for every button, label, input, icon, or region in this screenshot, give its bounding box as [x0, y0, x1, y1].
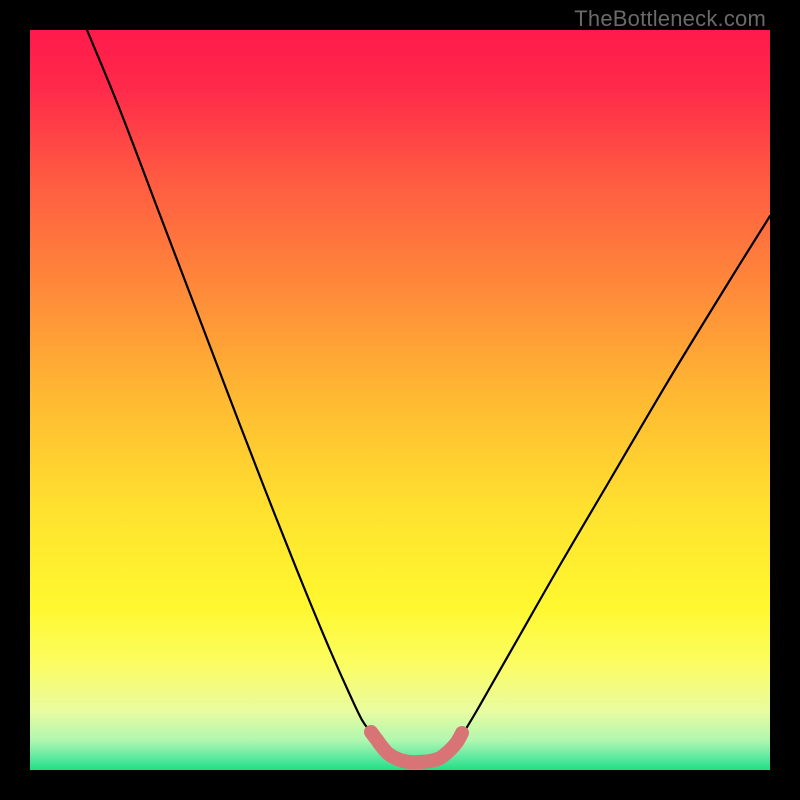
chart-svg	[30, 30, 770, 770]
chart-plot-area	[30, 30, 770, 770]
watermark-text: TheBottleneck.com	[574, 6, 766, 32]
curve-main-path	[87, 30, 770, 762]
marker-cluster-path	[371, 732, 462, 762]
outer-frame: TheBottleneck.com	[0, 0, 800, 800]
